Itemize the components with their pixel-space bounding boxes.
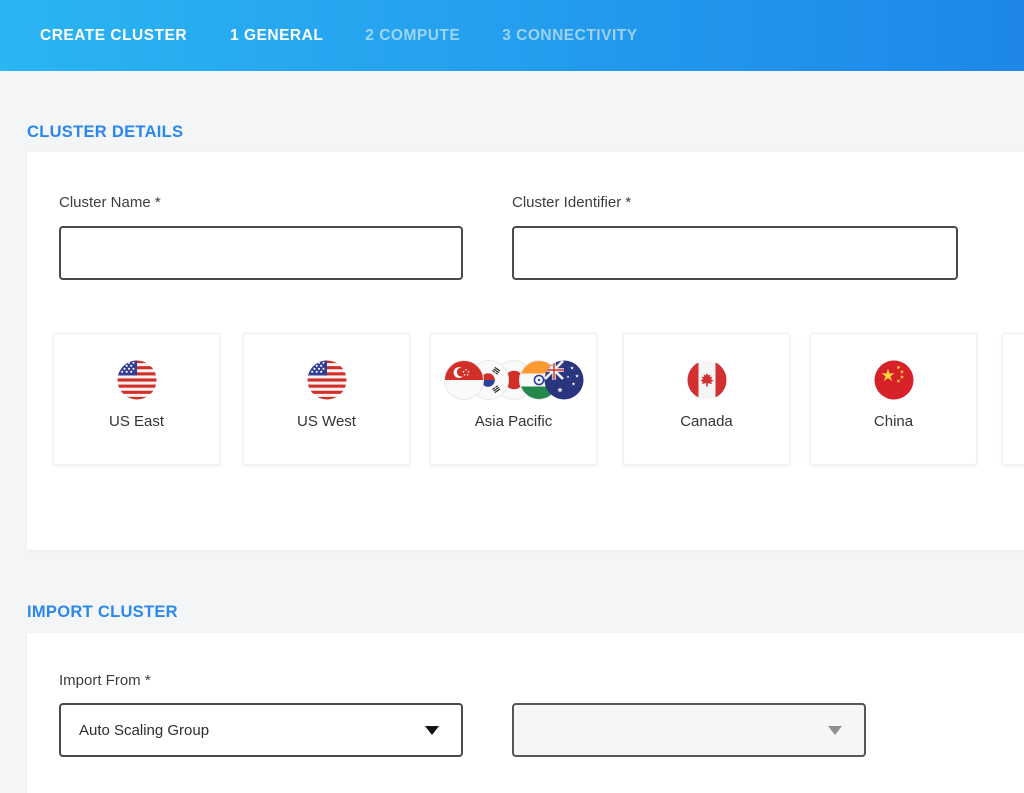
wizard-title: CREATE CLUSTER bbox=[40, 27, 187, 45]
region-card-asia-pacific[interactable]: Asia Pacific bbox=[430, 333, 597, 465]
wizard-header: CREATE CLUSTER 1 GENERAL 2 COMPUTE 3 CON… bbox=[0, 0, 1024, 71]
region-label: Asia Pacific bbox=[475, 413, 553, 430]
chevron-down-icon bbox=[425, 726, 439, 735]
china-flag-icon bbox=[874, 360, 914, 400]
import-from-dropdown[interactable]: Auto Scaling Group bbox=[59, 703, 463, 757]
cluster-identifier-label: Cluster Identifier * bbox=[512, 194, 631, 211]
region-card-us-west[interactable]: US West bbox=[243, 333, 410, 465]
region-label: US East bbox=[109, 413, 164, 430]
region-card-partial[interactable] bbox=[1002, 333, 1024, 465]
us-flag-icon bbox=[307, 360, 347, 400]
region-card-canada[interactable]: Canada bbox=[623, 333, 790, 465]
region-card-china[interactable]: China bbox=[810, 333, 977, 465]
tab-general[interactable]: 1 GENERAL bbox=[230, 27, 323, 45]
tab-connectivity[interactable]: 3 CONNECTIVITY bbox=[502, 27, 637, 45]
import-cluster-panel: Import From * Auto Scaling Group bbox=[27, 633, 1024, 793]
canada-flag-icon bbox=[687, 360, 727, 400]
import-target-dropdown[interactable] bbox=[512, 703, 866, 757]
region-label: Canada bbox=[680, 413, 733, 430]
cluster-details-heading: CLUSTER DETAILS bbox=[27, 123, 183, 142]
import-cluster-heading: IMPORT CLUSTER bbox=[27, 603, 178, 622]
region-label: China bbox=[874, 413, 913, 430]
region-label: US West bbox=[297, 413, 356, 430]
us-flag-icon bbox=[117, 360, 157, 400]
cluster-details-panel: Cluster Name * Cluster Identifier * bbox=[27, 152, 1024, 550]
asia-pacific-flags-icon bbox=[444, 360, 584, 400]
cluster-name-input[interactable] bbox=[59, 226, 463, 280]
chevron-down-icon bbox=[828, 726, 842, 735]
region-card-us-east[interactable]: US East bbox=[53, 333, 220, 465]
import-from-value: Auto Scaling Group bbox=[79, 722, 209, 739]
import-from-label: Import From * bbox=[59, 672, 151, 689]
cluster-identifier-input[interactable] bbox=[512, 226, 958, 280]
cluster-name-label: Cluster Name * bbox=[59, 194, 161, 211]
tab-compute[interactable]: 2 COMPUTE bbox=[365, 27, 460, 45]
